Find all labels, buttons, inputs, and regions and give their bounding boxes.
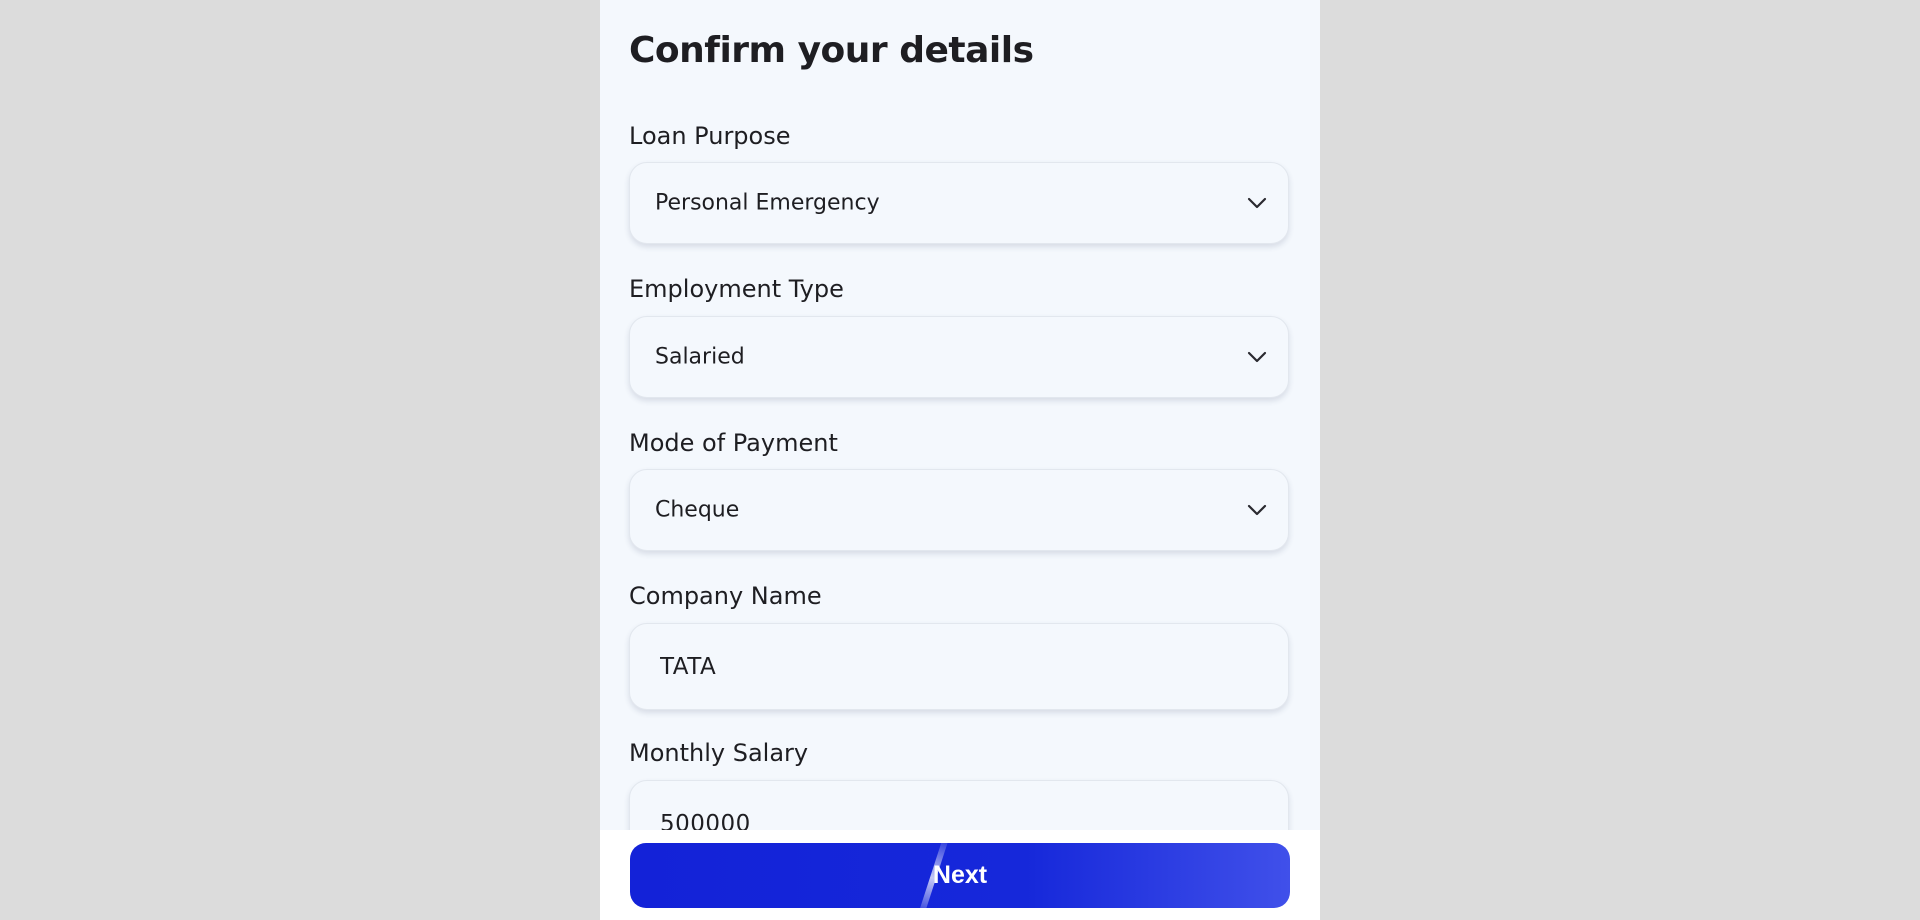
company-name-field[interactable] — [629, 623, 1289, 710]
company-name-label: Company Name — [629, 582, 822, 610]
page-title: Confirm your details — [629, 30, 1034, 71]
chevron-down-icon — [1247, 504, 1267, 516]
employment-type-select[interactable]: Salaried — [629, 316, 1289, 398]
next-button[interactable]: Next — [630, 843, 1290, 908]
chevron-down-icon — [1247, 351, 1267, 363]
monthly-salary-field[interactable] — [629, 780, 1289, 830]
employment-type-label: Employment Type — [629, 275, 844, 303]
mode-of-payment-select[interactable]: Cheque — [629, 469, 1289, 551]
loan-purpose-select[interactable]: Personal Emergency — [629, 162, 1289, 244]
loan-purpose-label: Loan Purpose — [629, 122, 791, 150]
company-name-input[interactable] — [660, 624, 1260, 709]
employment-type-value: Salaried — [655, 344, 745, 370]
monthly-salary-input[interactable] — [660, 781, 1260, 830]
monthly-salary-label: Monthly Salary — [629, 739, 809, 767]
mode-of-payment-label: Mode of Payment — [629, 429, 838, 457]
mode-of-payment-value: Cheque — [655, 497, 740, 523]
loan-purpose-value: Personal Emergency — [655, 190, 880, 216]
chevron-down-icon — [1247, 197, 1267, 209]
footer-bar: Next — [600, 830, 1320, 920]
next-button-label: Next — [932, 861, 988, 889]
details-panel: Confirm your details Loan Purpose Person… — [600, 0, 1320, 920]
form-scroll-area[interactable]: Confirm your details Loan Purpose Person… — [600, 0, 1320, 830]
